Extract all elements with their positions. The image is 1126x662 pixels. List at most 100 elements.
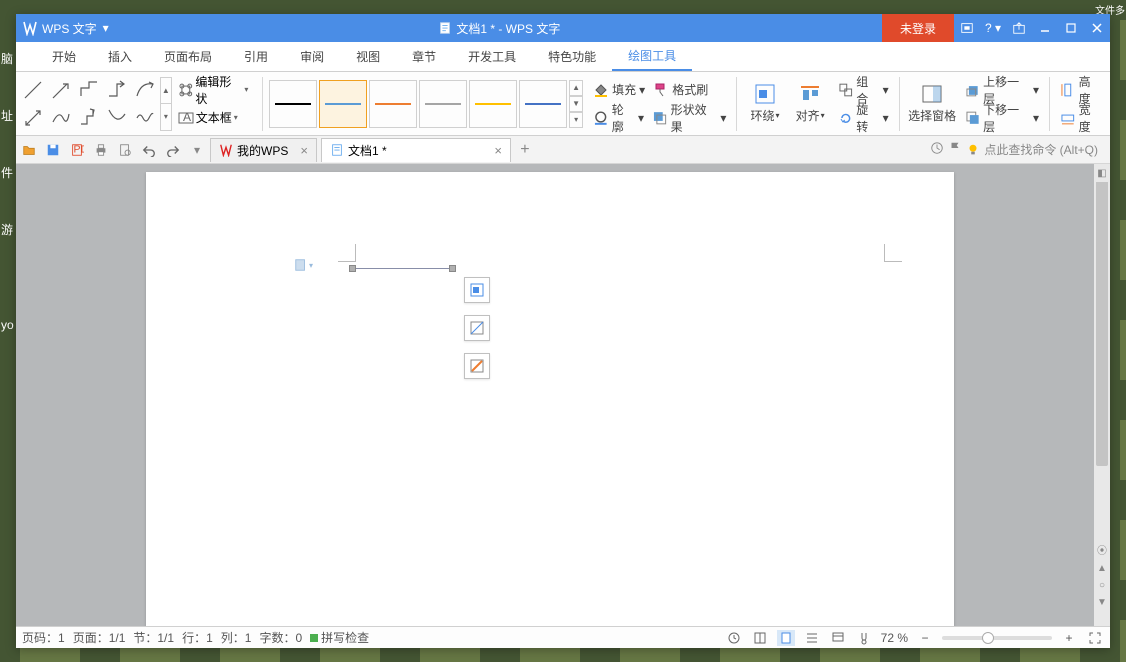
float-layout-button[interactable] — [464, 277, 490, 303]
flag-icon[interactable] — [948, 141, 962, 158]
open-button[interactable] — [20, 141, 38, 159]
float-outline-button[interactable] — [464, 353, 490, 379]
print-preview-button[interactable] — [116, 141, 134, 159]
shape-connector[interactable] — [76, 105, 102, 131]
shape-double-arrow[interactable] — [20, 105, 46, 131]
style-orange[interactable] — [369, 80, 417, 128]
tab-start[interactable]: 开始 — [36, 42, 92, 71]
tab-drawing-tools[interactable]: 绘图工具 — [612, 42, 692, 71]
status-chars[interactable]: 字数：0 — [259, 629, 302, 646]
resize-handle-right[interactable] — [449, 265, 456, 272]
tab-developer[interactable]: 开发工具 — [452, 42, 532, 71]
status-section[interactable]: 节：1/1 — [133, 629, 174, 646]
edit-shape-button[interactable]: 编辑形状▾ — [174, 77, 256, 103]
history-view-icon[interactable] — [725, 630, 743, 646]
style-down[interactable]: ▼ — [569, 96, 583, 112]
scrollbar-thumb[interactable] — [1096, 166, 1108, 466]
style-gray[interactable] — [419, 80, 467, 128]
new-tab-button[interactable]: + — [515, 140, 535, 160]
zoom-slider[interactable] — [942, 636, 1052, 640]
redo-button[interactable] — [164, 141, 182, 159]
maximize-button[interactable] — [1058, 14, 1084, 42]
undo-button[interactable] — [140, 141, 158, 159]
side-panel-toggle[interactable]: ◧ — [1094, 164, 1110, 182]
fill-button[interactable]: 填充▾ — [589, 77, 649, 103]
shape-effect-button[interactable]: 形状效果▾ — [648, 105, 730, 131]
skin-button[interactable] — [954, 14, 980, 42]
nav-prev-icon[interactable]: ▲ — [1097, 563, 1107, 574]
nav-up-icon[interactable]: ⦿ — [1097, 542, 1107, 557]
format-painter-button[interactable]: 格式刷 — [649, 77, 712, 103]
share-button[interactable] — [1006, 14, 1032, 42]
float-fill-button[interactable] — [464, 315, 490, 341]
shape-line[interactable] — [20, 77, 46, 103]
save-button[interactable] — [44, 141, 62, 159]
shapes-more[interactable]: ▾ — [160, 104, 172, 131]
nav-select-icon[interactable]: ○ — [1099, 580, 1105, 591]
close-tab-icon[interactable]: × — [300, 143, 308, 158]
shape-curve[interactable] — [132, 77, 158, 103]
shape-elbow-arrow[interactable] — [104, 77, 130, 103]
tab-page-layout[interactable]: 页面布局 — [148, 42, 228, 71]
web-view-icon[interactable] — [829, 630, 847, 646]
read-view-icon[interactable] — [751, 630, 769, 646]
width-button[interactable]: 宽度 — [1056, 105, 1106, 131]
status-spell[interactable]: 拼写检查 — [310, 629, 369, 646]
zoom-out-button[interactable]: − — [916, 630, 934, 646]
rotate-button[interactable]: 旋转▾ — [834, 105, 893, 131]
zoom-knob[interactable] — [982, 632, 994, 644]
zoom-value[interactable]: 72 % — [881, 631, 908, 645]
style-yellow[interactable] — [469, 80, 517, 128]
outline-view-icon[interactable] — [803, 630, 821, 646]
status-page-no[interactable]: 页码：1 — [22, 629, 65, 646]
style-up[interactable]: ▲ — [569, 80, 583, 96]
status-page[interactable]: 页面：1/1 — [73, 629, 126, 646]
print-view-icon[interactable] — [777, 630, 795, 646]
outline-button[interactable]: 轮廓▾ — [589, 105, 648, 131]
shape-freeform[interactable] — [48, 105, 74, 131]
shapes-scroll-up[interactable]: ▲ — [160, 77, 172, 105]
eye-protect-icon[interactable] — [855, 630, 873, 646]
zoom-in-button[interactable]: + — [1060, 630, 1078, 646]
document-tab[interactable]: 文档1 * × — [321, 138, 511, 162]
selection-pane-button[interactable]: 选择窗格 — [906, 77, 959, 131]
group-button[interactable]: 组合▾ — [834, 77, 893, 103]
status-line[interactable]: 行：1 — [182, 629, 213, 646]
shape-curve2[interactable] — [104, 105, 130, 131]
wps-home-tab[interactable]: 我的WPS × — [210, 138, 317, 162]
textbox-button[interactable]: A 文本框▾ — [174, 105, 256, 131]
close-button[interactable] — [1084, 14, 1110, 42]
document-page[interactable]: ▾ — [146, 172, 954, 626]
nav-next-icon[interactable]: ▼ — [1097, 597, 1107, 608]
selected-line-shape[interactable] — [352, 268, 452, 269]
help-button[interactable]: ? ▾ — [980, 14, 1006, 42]
minimize-button[interactable] — [1032, 14, 1058, 42]
height-button[interactable]: 高度 — [1056, 77, 1106, 103]
tab-features[interactable]: 特色功能 — [532, 42, 612, 71]
tab-review[interactable]: 审阅 — [284, 42, 340, 71]
style-black[interactable] — [269, 80, 317, 128]
resize-handle-left[interactable] — [349, 265, 356, 272]
print-button[interactable] — [92, 141, 110, 159]
style-blue[interactable] — [319, 80, 367, 128]
history-icon[interactable] — [930, 141, 944, 158]
login-button[interactable]: 未登录 — [882, 14, 954, 42]
paragraph-marker[interactable]: ▾ — [294, 258, 313, 272]
shape-elbow[interactable] — [76, 77, 102, 103]
tab-view[interactable]: 视图 — [340, 42, 396, 71]
status-col[interactable]: 列：1 — [221, 629, 252, 646]
style-more[interactable]: ▾ — [569, 112, 583, 128]
send-backward-button[interactable]: 下移一层▾ — [961, 105, 1043, 131]
shape-arrow[interactable] — [48, 77, 74, 103]
tab-insert[interactable]: 插入 — [92, 42, 148, 71]
style-blue2[interactable] — [519, 80, 567, 128]
fit-button[interactable] — [1086, 630, 1104, 646]
tab-references[interactable]: 引用 — [228, 42, 284, 71]
close-tab-icon[interactable]: × — [494, 143, 502, 158]
tab-section[interactable]: 章节 — [396, 42, 452, 71]
wrap-button[interactable]: 环绕▾ — [743, 77, 786, 131]
bring-forward-button[interactable]: 上移一层▾ — [961, 77, 1043, 103]
command-search[interactable]: 点此查找命令 (Alt+Q) — [966, 141, 1106, 158]
shape-scribble[interactable] — [132, 105, 158, 131]
qa-customize[interactable]: ▾ — [188, 141, 206, 159]
